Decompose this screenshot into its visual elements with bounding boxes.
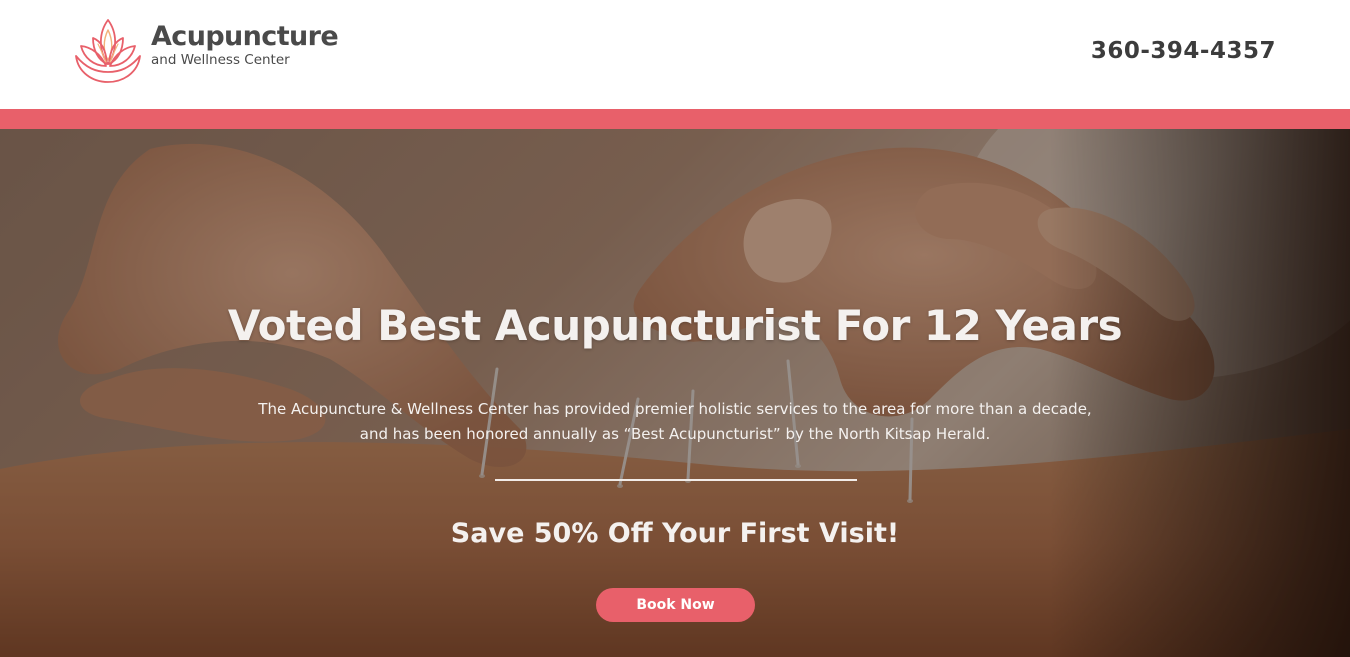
logo-text: Acupuncture and Wellness Center xyxy=(151,21,339,69)
hero-section: Voted Best Acupuncturist For 12 Years Th… xyxy=(0,129,1350,657)
logo-subtitle: and Wellness Center xyxy=(151,52,290,68)
hero-divider xyxy=(495,479,857,481)
site-header: Acupuncture and Wellness Center 360-394-… xyxy=(0,0,1350,109)
phone-link[interactable]: 360-394-4357 xyxy=(1091,38,1276,64)
hero-heading: Voted Best Acupuncturist For 12 Years xyxy=(227,301,1123,350)
hero-description: The Acupuncture & Wellness Center has pr… xyxy=(258,400,1092,443)
offer-heading: Save 50% Off Your First Visit! xyxy=(450,518,900,549)
hero-content: Voted Best Acupuncturist For 12 Years Th… xyxy=(0,129,1350,657)
book-now-button[interactable]: Book Now xyxy=(596,588,755,622)
logo-link[interactable]: Acupuncture and Wellness Center xyxy=(74,16,339,84)
accent-bar xyxy=(0,109,1350,129)
logo-title: Acupuncture xyxy=(151,21,339,52)
lotus-icon xyxy=(75,19,141,83)
